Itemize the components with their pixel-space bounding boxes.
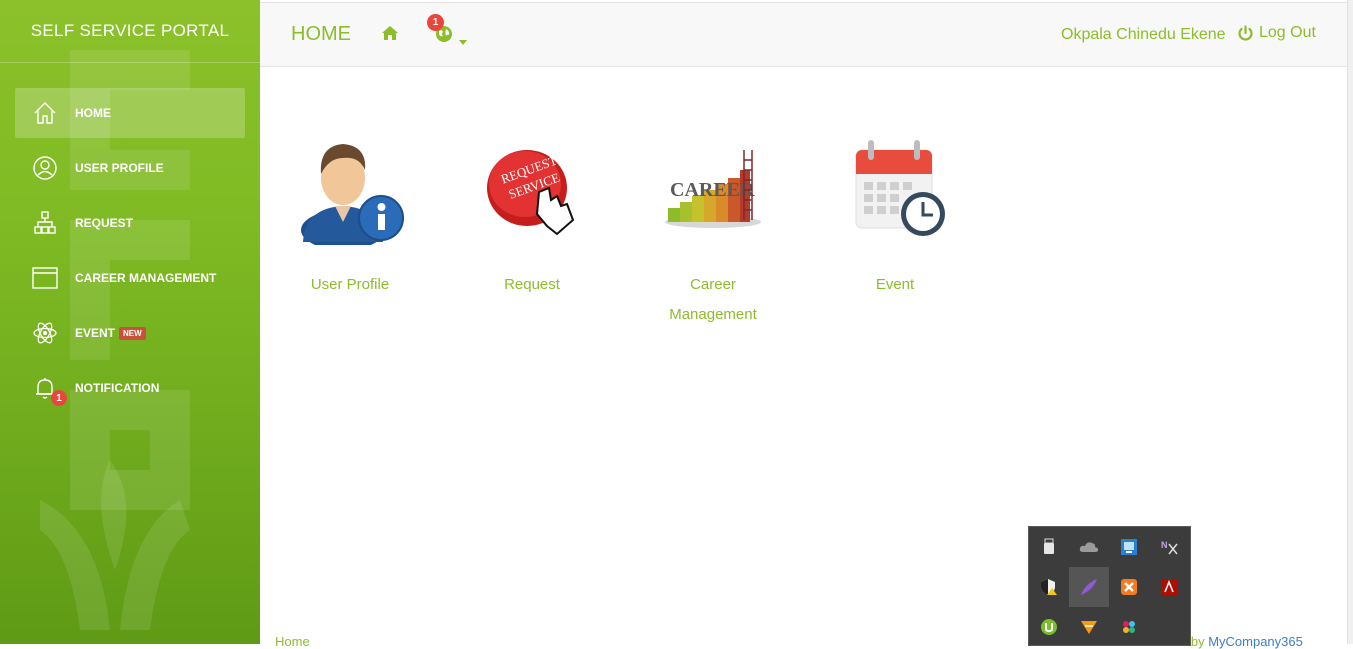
utorrent-icon[interactable]	[1029, 607, 1069, 647]
tile-user-profile[interactable]: User Profile	[275, 130, 425, 300]
tile-career-management[interactable]: CAREER Career Management	[638, 130, 788, 330]
snipping-icon[interactable]: N	[1149, 527, 1189, 567]
calendar-clock-icon	[855, 140, 945, 236]
sidebar-item-label: HOME	[75, 106, 111, 120]
sidebar-item-label: USER PROFILE	[75, 161, 164, 175]
career-icon: CAREER	[665, 150, 761, 228]
home-icon[interactable]	[381, 25, 399, 46]
credit-link[interactable]: MyCompany365	[1208, 634, 1303, 649]
username[interactable]: Okpala Chinedu Ekene	[1061, 26, 1226, 44]
sidebar-item-career-management[interactable]: CAREER MANAGEMENT	[15, 253, 245, 303]
sidebar-nav: HOME USER PROFILE REQUEST CAREER MANAGEM…	[15, 88, 245, 418]
sidebar-item-label: CAREER MANAGEMENT	[75, 271, 217, 285]
page-title: HOME	[291, 23, 351, 45]
svg-text:CAREER: CAREER	[670, 179, 755, 201]
atom-icon	[31, 319, 59, 347]
portal-title: SELF SERVICE PORTAL	[0, 0, 260, 63]
notification-badge: 1	[427, 14, 444, 31]
sidebar-item-label: NOTIFICATION	[75, 381, 160, 395]
feather-icon[interactable]	[1069, 567, 1109, 607]
sidebar-item-home[interactable]: HOME	[15, 88, 245, 138]
shield-warning-icon[interactable]	[1029, 567, 1069, 607]
sidebar-item-label: EVENT	[75, 326, 116, 340]
system-tray-popup: N	[1028, 526, 1191, 646]
header: HOME 1 Okpala Chinedu Ekene Log Out	[260, 2, 1347, 67]
slack-icon[interactable]	[1109, 607, 1149, 647]
tile-label: Career Management	[669, 276, 757, 323]
user-circle-icon	[31, 154, 59, 182]
breadcrumb[interactable]: Home	[275, 634, 310, 649]
new-badge: NEW	[119, 326, 146, 340]
svg-text:N: N	[1161, 540, 1168, 550]
tile-request[interactable]: REQUEST SERVICE Request	[457, 130, 607, 300]
footer-credit: d by MyCompany365	[1180, 634, 1303, 649]
chevron-down-icon[interactable]	[459, 32, 467, 50]
notification-count-badge: 1	[51, 390, 67, 406]
logout-label: Log Out	[1259, 24, 1316, 41]
sidebar-item-user-profile[interactable]: USER PROFILE	[15, 143, 245, 193]
user-info-icon	[301, 144, 404, 250]
sidebar-item-request[interactable]: REQUEST	[15, 198, 245, 248]
sidebar-item-notification[interactable]: 1 NOTIFICATION	[15, 363, 245, 413]
xampp-icon[interactable]	[1109, 567, 1149, 607]
home-icon	[31, 99, 59, 127]
window-icon	[31, 264, 59, 292]
adobe-icon[interactable]	[1149, 567, 1189, 607]
logout-button[interactable]: Log Out	[1237, 24, 1316, 42]
tile-event[interactable]: Event	[820, 130, 970, 300]
request-service-icon: REQUEST SERVICE	[487, 150, 575, 236]
power-icon	[1238, 24, 1253, 40]
sidebar-item-event[interactable]: EVENT NEW	[15, 308, 245, 358]
sidebar-item-label: REQUEST	[75, 216, 134, 230]
network-icon[interactable]	[1109, 527, 1149, 567]
sitemap-icon	[31, 209, 59, 237]
sidebar: SELF SERVICE PORTAL HOME USER PROFILE RE…	[0, 0, 260, 644]
bell-icon: 1	[31, 374, 67, 406]
vlc-icon[interactable]	[1069, 607, 1109, 647]
scrollbar[interactable]	[1347, 0, 1353, 644]
usb-icon[interactable]	[1029, 527, 1069, 567]
cloud-icon[interactable]	[1069, 527, 1109, 567]
tile-label: Event	[875, 276, 915, 293]
tile-label: User Profile	[310, 276, 390, 293]
tile-label: Request	[504, 276, 560, 293]
